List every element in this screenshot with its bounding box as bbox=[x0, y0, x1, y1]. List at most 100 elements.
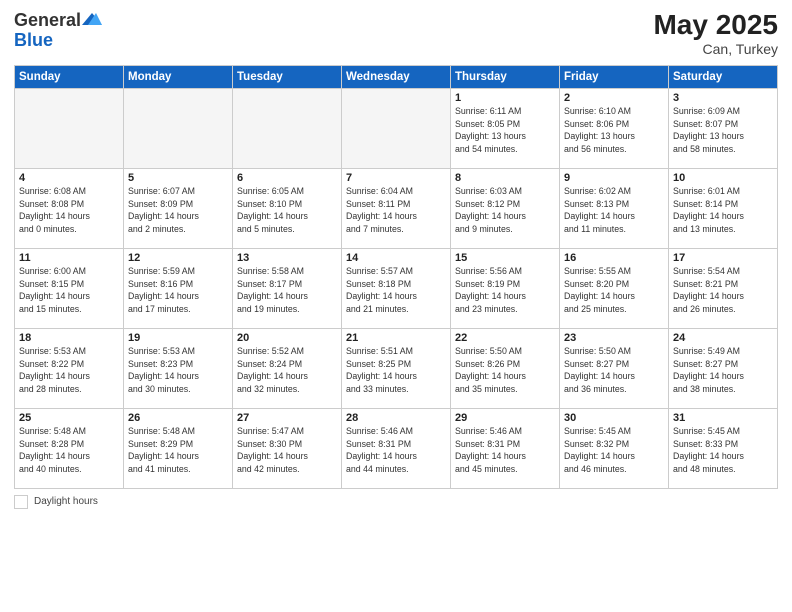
day-info: Sunrise: 5:48 AM Sunset: 8:28 PM Dayligh… bbox=[19, 425, 119, 476]
day-number: 18 bbox=[19, 332, 119, 344]
logo-icon bbox=[82, 11, 102, 29]
calendar-week-4: 18Sunrise: 5:53 AM Sunset: 8:22 PM Dayli… bbox=[15, 328, 778, 408]
table-row: 31Sunrise: 5:45 AM Sunset: 8:33 PM Dayli… bbox=[669, 408, 778, 488]
title-block: May 2025 Can, Turkey bbox=[653, 10, 778, 57]
day-number: 22 bbox=[455, 332, 555, 344]
table-row: 29Sunrise: 5:46 AM Sunset: 8:31 PM Dayli… bbox=[451, 408, 560, 488]
day-info: Sunrise: 5:54 AM Sunset: 8:21 PM Dayligh… bbox=[673, 265, 773, 316]
day-info: Sunrise: 5:50 AM Sunset: 8:27 PM Dayligh… bbox=[564, 345, 664, 396]
day-number: 29 bbox=[455, 412, 555, 424]
daylight-label: Daylight hours bbox=[34, 496, 98, 507]
table-row: 20Sunrise: 5:52 AM Sunset: 8:24 PM Dayli… bbox=[233, 328, 342, 408]
calendar-week-3: 11Sunrise: 6:00 AM Sunset: 8:15 PM Dayli… bbox=[15, 248, 778, 328]
day-info: Sunrise: 6:04 AM Sunset: 8:11 PM Dayligh… bbox=[346, 185, 446, 236]
table-row: 28Sunrise: 5:46 AM Sunset: 8:31 PM Dayli… bbox=[342, 408, 451, 488]
day-number: 30 bbox=[564, 412, 664, 424]
table-row: 12Sunrise: 5:59 AM Sunset: 8:16 PM Dayli… bbox=[124, 248, 233, 328]
table-row: 19Sunrise: 5:53 AM Sunset: 8:23 PM Dayli… bbox=[124, 328, 233, 408]
day-number: 2 bbox=[564, 92, 664, 104]
table-row: 27Sunrise: 5:47 AM Sunset: 8:30 PM Dayli… bbox=[233, 408, 342, 488]
table-row: 7Sunrise: 6:04 AM Sunset: 8:11 PM Daylig… bbox=[342, 168, 451, 248]
day-number: 14 bbox=[346, 252, 446, 264]
day-number: 20 bbox=[237, 332, 337, 344]
day-number: 10 bbox=[673, 172, 773, 184]
day-info: Sunrise: 5:53 AM Sunset: 8:23 PM Dayligh… bbox=[128, 345, 228, 396]
logo-general-text: General bbox=[14, 10, 81, 31]
table-row: 30Sunrise: 5:45 AM Sunset: 8:32 PM Dayli… bbox=[560, 408, 669, 488]
day-number: 13 bbox=[237, 252, 337, 264]
table-row bbox=[15, 88, 124, 168]
table-row bbox=[233, 88, 342, 168]
day-number: 26 bbox=[128, 412, 228, 424]
table-row: 5Sunrise: 6:07 AM Sunset: 8:09 PM Daylig… bbox=[124, 168, 233, 248]
col-tuesday: Tuesday bbox=[233, 65, 342, 88]
table-row: 9Sunrise: 6:02 AM Sunset: 8:13 PM Daylig… bbox=[560, 168, 669, 248]
day-number: 5 bbox=[128, 172, 228, 184]
day-info: Sunrise: 5:50 AM Sunset: 8:26 PM Dayligh… bbox=[455, 345, 555, 396]
table-row: 14Sunrise: 5:57 AM Sunset: 8:18 PM Dayli… bbox=[342, 248, 451, 328]
col-friday: Friday bbox=[560, 65, 669, 88]
day-info: Sunrise: 5:45 AM Sunset: 8:32 PM Dayligh… bbox=[564, 425, 664, 476]
day-info: Sunrise: 5:56 AM Sunset: 8:19 PM Dayligh… bbox=[455, 265, 555, 316]
table-row: 10Sunrise: 6:01 AM Sunset: 8:14 PM Dayli… bbox=[669, 168, 778, 248]
page: General Blue May 2025 Can, Turkey Sunday… bbox=[0, 0, 792, 612]
table-row: 8Sunrise: 6:03 AM Sunset: 8:12 PM Daylig… bbox=[451, 168, 560, 248]
day-number: 19 bbox=[128, 332, 228, 344]
calendar-week-1: 1Sunrise: 6:11 AM Sunset: 8:05 PM Daylig… bbox=[15, 88, 778, 168]
day-number: 9 bbox=[564, 172, 664, 184]
day-info: Sunrise: 6:08 AM Sunset: 8:08 PM Dayligh… bbox=[19, 185, 119, 236]
footer: Daylight hours bbox=[14, 495, 778, 509]
day-number: 31 bbox=[673, 412, 773, 424]
table-row: 18Sunrise: 5:53 AM Sunset: 8:22 PM Dayli… bbox=[15, 328, 124, 408]
table-row: 15Sunrise: 5:56 AM Sunset: 8:19 PM Dayli… bbox=[451, 248, 560, 328]
table-row: 16Sunrise: 5:55 AM Sunset: 8:20 PM Dayli… bbox=[560, 248, 669, 328]
day-info: Sunrise: 5:49 AM Sunset: 8:27 PM Dayligh… bbox=[673, 345, 773, 396]
day-number: 15 bbox=[455, 252, 555, 264]
table-row: 2Sunrise: 6:10 AM Sunset: 8:06 PM Daylig… bbox=[560, 88, 669, 168]
calendar-header-row: Sunday Monday Tuesday Wednesday Thursday… bbox=[15, 65, 778, 88]
table-row: 6Sunrise: 6:05 AM Sunset: 8:10 PM Daylig… bbox=[233, 168, 342, 248]
month-year: May 2025 bbox=[653, 10, 778, 41]
header: General Blue May 2025 Can, Turkey bbox=[14, 10, 778, 57]
day-number: 4 bbox=[19, 172, 119, 184]
day-number: 27 bbox=[237, 412, 337, 424]
calendar-week-2: 4Sunrise: 6:08 AM Sunset: 8:08 PM Daylig… bbox=[15, 168, 778, 248]
col-saturday: Saturday bbox=[669, 65, 778, 88]
table-row: 4Sunrise: 6:08 AM Sunset: 8:08 PM Daylig… bbox=[15, 168, 124, 248]
day-info: Sunrise: 5:52 AM Sunset: 8:24 PM Dayligh… bbox=[237, 345, 337, 396]
table-row: 24Sunrise: 5:49 AM Sunset: 8:27 PM Dayli… bbox=[669, 328, 778, 408]
day-info: Sunrise: 5:46 AM Sunset: 8:31 PM Dayligh… bbox=[346, 425, 446, 476]
day-info: Sunrise: 6:01 AM Sunset: 8:14 PM Dayligh… bbox=[673, 185, 773, 236]
day-info: Sunrise: 6:11 AM Sunset: 8:05 PM Dayligh… bbox=[455, 105, 555, 156]
table-row bbox=[342, 88, 451, 168]
calendar-week-5: 25Sunrise: 5:48 AM Sunset: 8:28 PM Dayli… bbox=[15, 408, 778, 488]
day-info: Sunrise: 5:48 AM Sunset: 8:29 PM Dayligh… bbox=[128, 425, 228, 476]
col-sunday: Sunday bbox=[15, 65, 124, 88]
table-row: 3Sunrise: 6:09 AM Sunset: 8:07 PM Daylig… bbox=[669, 88, 778, 168]
table-row: 25Sunrise: 5:48 AM Sunset: 8:28 PM Dayli… bbox=[15, 408, 124, 488]
day-info: Sunrise: 6:03 AM Sunset: 8:12 PM Dayligh… bbox=[455, 185, 555, 236]
day-info: Sunrise: 5:55 AM Sunset: 8:20 PM Dayligh… bbox=[564, 265, 664, 316]
daylight-box bbox=[14, 495, 28, 509]
table-row: 13Sunrise: 5:58 AM Sunset: 8:17 PM Dayli… bbox=[233, 248, 342, 328]
col-thursday: Thursday bbox=[451, 65, 560, 88]
day-info: Sunrise: 5:57 AM Sunset: 8:18 PM Dayligh… bbox=[346, 265, 446, 316]
logo-blue-text: Blue bbox=[14, 31, 102, 49]
day-number: 7 bbox=[346, 172, 446, 184]
table-row: 11Sunrise: 6:00 AM Sunset: 8:15 PM Dayli… bbox=[15, 248, 124, 328]
day-number: 16 bbox=[564, 252, 664, 264]
table-row: 23Sunrise: 5:50 AM Sunset: 8:27 PM Dayli… bbox=[560, 328, 669, 408]
day-info: Sunrise: 6:07 AM Sunset: 8:09 PM Dayligh… bbox=[128, 185, 228, 236]
col-wednesday: Wednesday bbox=[342, 65, 451, 88]
day-info: Sunrise: 5:59 AM Sunset: 8:16 PM Dayligh… bbox=[128, 265, 228, 316]
table-row: 22Sunrise: 5:50 AM Sunset: 8:26 PM Dayli… bbox=[451, 328, 560, 408]
day-number: 6 bbox=[237, 172, 337, 184]
day-number: 28 bbox=[346, 412, 446, 424]
table-row: 21Sunrise: 5:51 AM Sunset: 8:25 PM Dayli… bbox=[342, 328, 451, 408]
day-number: 25 bbox=[19, 412, 119, 424]
location: Can, Turkey bbox=[653, 41, 778, 57]
day-info: Sunrise: 5:47 AM Sunset: 8:30 PM Dayligh… bbox=[237, 425, 337, 476]
day-info: Sunrise: 6:09 AM Sunset: 8:07 PM Dayligh… bbox=[673, 105, 773, 156]
table-row: 26Sunrise: 5:48 AM Sunset: 8:29 PM Dayli… bbox=[124, 408, 233, 488]
calendar: Sunday Monday Tuesday Wednesday Thursday… bbox=[14, 65, 778, 489]
